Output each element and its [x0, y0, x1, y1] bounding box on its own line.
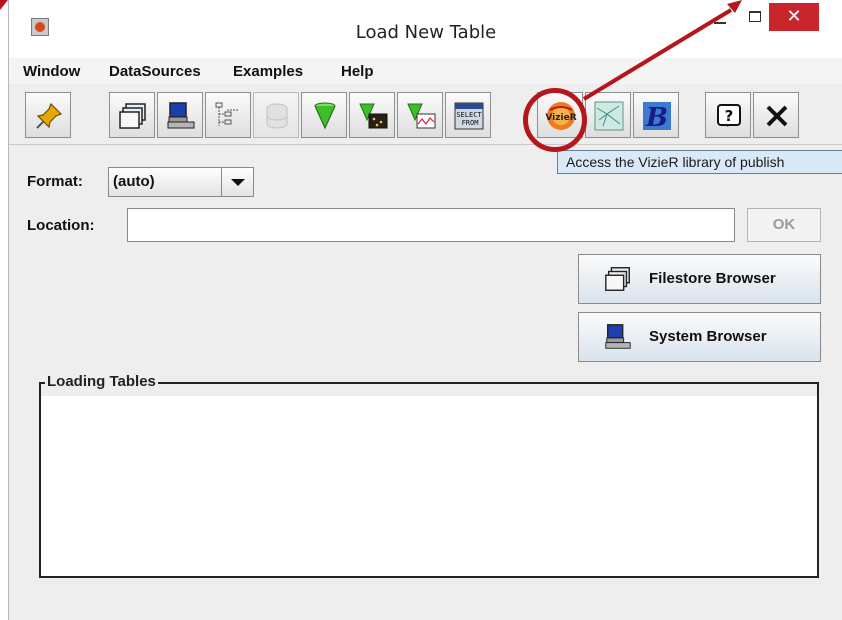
toolbar: SELECT FROM VizieR B ?: [9, 86, 842, 145]
help-icon: ?: [717, 104, 741, 127]
format-select[interactable]: (auto): [108, 167, 254, 197]
menu-examples[interactable]: Examples: [233, 63, 303, 80]
close-window-button[interactable]: ✕: [769, 3, 819, 31]
system-browser-label: System Browser: [649, 328, 767, 345]
database-icon: [266, 103, 288, 129]
tree-hierarchy-icon: [215, 102, 239, 126]
svg-text:?: ?: [725, 107, 734, 125]
menu-help[interactable]: Help: [341, 63, 374, 80]
svg-text:SELECT: SELECT: [456, 111, 482, 119]
network-map-icon: [594, 101, 624, 131]
menu-datasources[interactable]: DataSources: [109, 63, 201, 80]
svg-text:FROM: FROM: [462, 119, 479, 127]
menu-bar: Window DataSources Examples Help: [9, 58, 842, 84]
chevron-down-icon[interactable]: [221, 168, 254, 196]
system-computer-icon: [605, 324, 631, 349]
location-input[interactable]: [127, 208, 735, 242]
format-label: Format:: [27, 173, 83, 190]
svg-text:B: B: [645, 103, 668, 132]
title-bar: Load New Table ✕: [9, 0, 842, 58]
menu-window[interactable]: Window: [23, 63, 80, 80]
cone-table-icon: [359, 103, 388, 129]
filestore-icon: [605, 267, 630, 291]
b-catalog-tool[interactable]: B: [633, 92, 679, 138]
system-browser-tool[interactable]: [157, 92, 203, 138]
load-new-table-window: Load New Table ✕ Window DataSources Exam…: [8, 0, 842, 620]
select-from-icon: SELECT FROM: [454, 102, 484, 130]
cone-plot-icon: [407, 103, 436, 129]
filestore-browser-button[interactable]: Filestore Browser: [578, 254, 821, 304]
cone-plot-tool[interactable]: [397, 92, 443, 138]
system-computer-icon: [167, 102, 195, 129]
loading-tables-title: Loading Tables: [45, 373, 158, 390]
loading-tables-list: [41, 396, 817, 576]
database-tool[interactable]: [253, 92, 299, 138]
green-cone-icon: [314, 102, 336, 130]
network-map-tool[interactable]: [585, 92, 631, 138]
hierarchy-tool[interactable]: [205, 92, 251, 138]
close-x-icon: [766, 105, 788, 127]
minimize-button[interactable]: [707, 8, 733, 30]
vizier-tooltip: Access the VizieR library of publish: [557, 150, 842, 174]
format-value: (auto): [113, 173, 155, 190]
vizier-highlight-circle: [523, 88, 587, 152]
system-browser-button[interactable]: System Browser: [578, 312, 821, 362]
filestore-browser-tool[interactable]: [109, 92, 155, 138]
help-tool[interactable]: ?: [705, 92, 751, 138]
filestore-icon: [119, 103, 146, 129]
filestore-browser-label: Filestore Browser: [649, 270, 776, 287]
ok-button[interactable]: OK: [747, 208, 821, 242]
cone-table-tool[interactable]: [349, 92, 395, 138]
location-label: Location:: [27, 217, 95, 234]
close-tool[interactable]: [753, 92, 799, 138]
select-from-tool[interactable]: SELECT FROM: [445, 92, 491, 138]
b-letter-icon: B: [643, 102, 671, 132]
pin-button[interactable]: [25, 92, 71, 138]
maximize-button[interactable]: [741, 6, 767, 28]
pin-icon: [36, 102, 63, 129]
cone-search-tool[interactable]: [301, 92, 347, 138]
